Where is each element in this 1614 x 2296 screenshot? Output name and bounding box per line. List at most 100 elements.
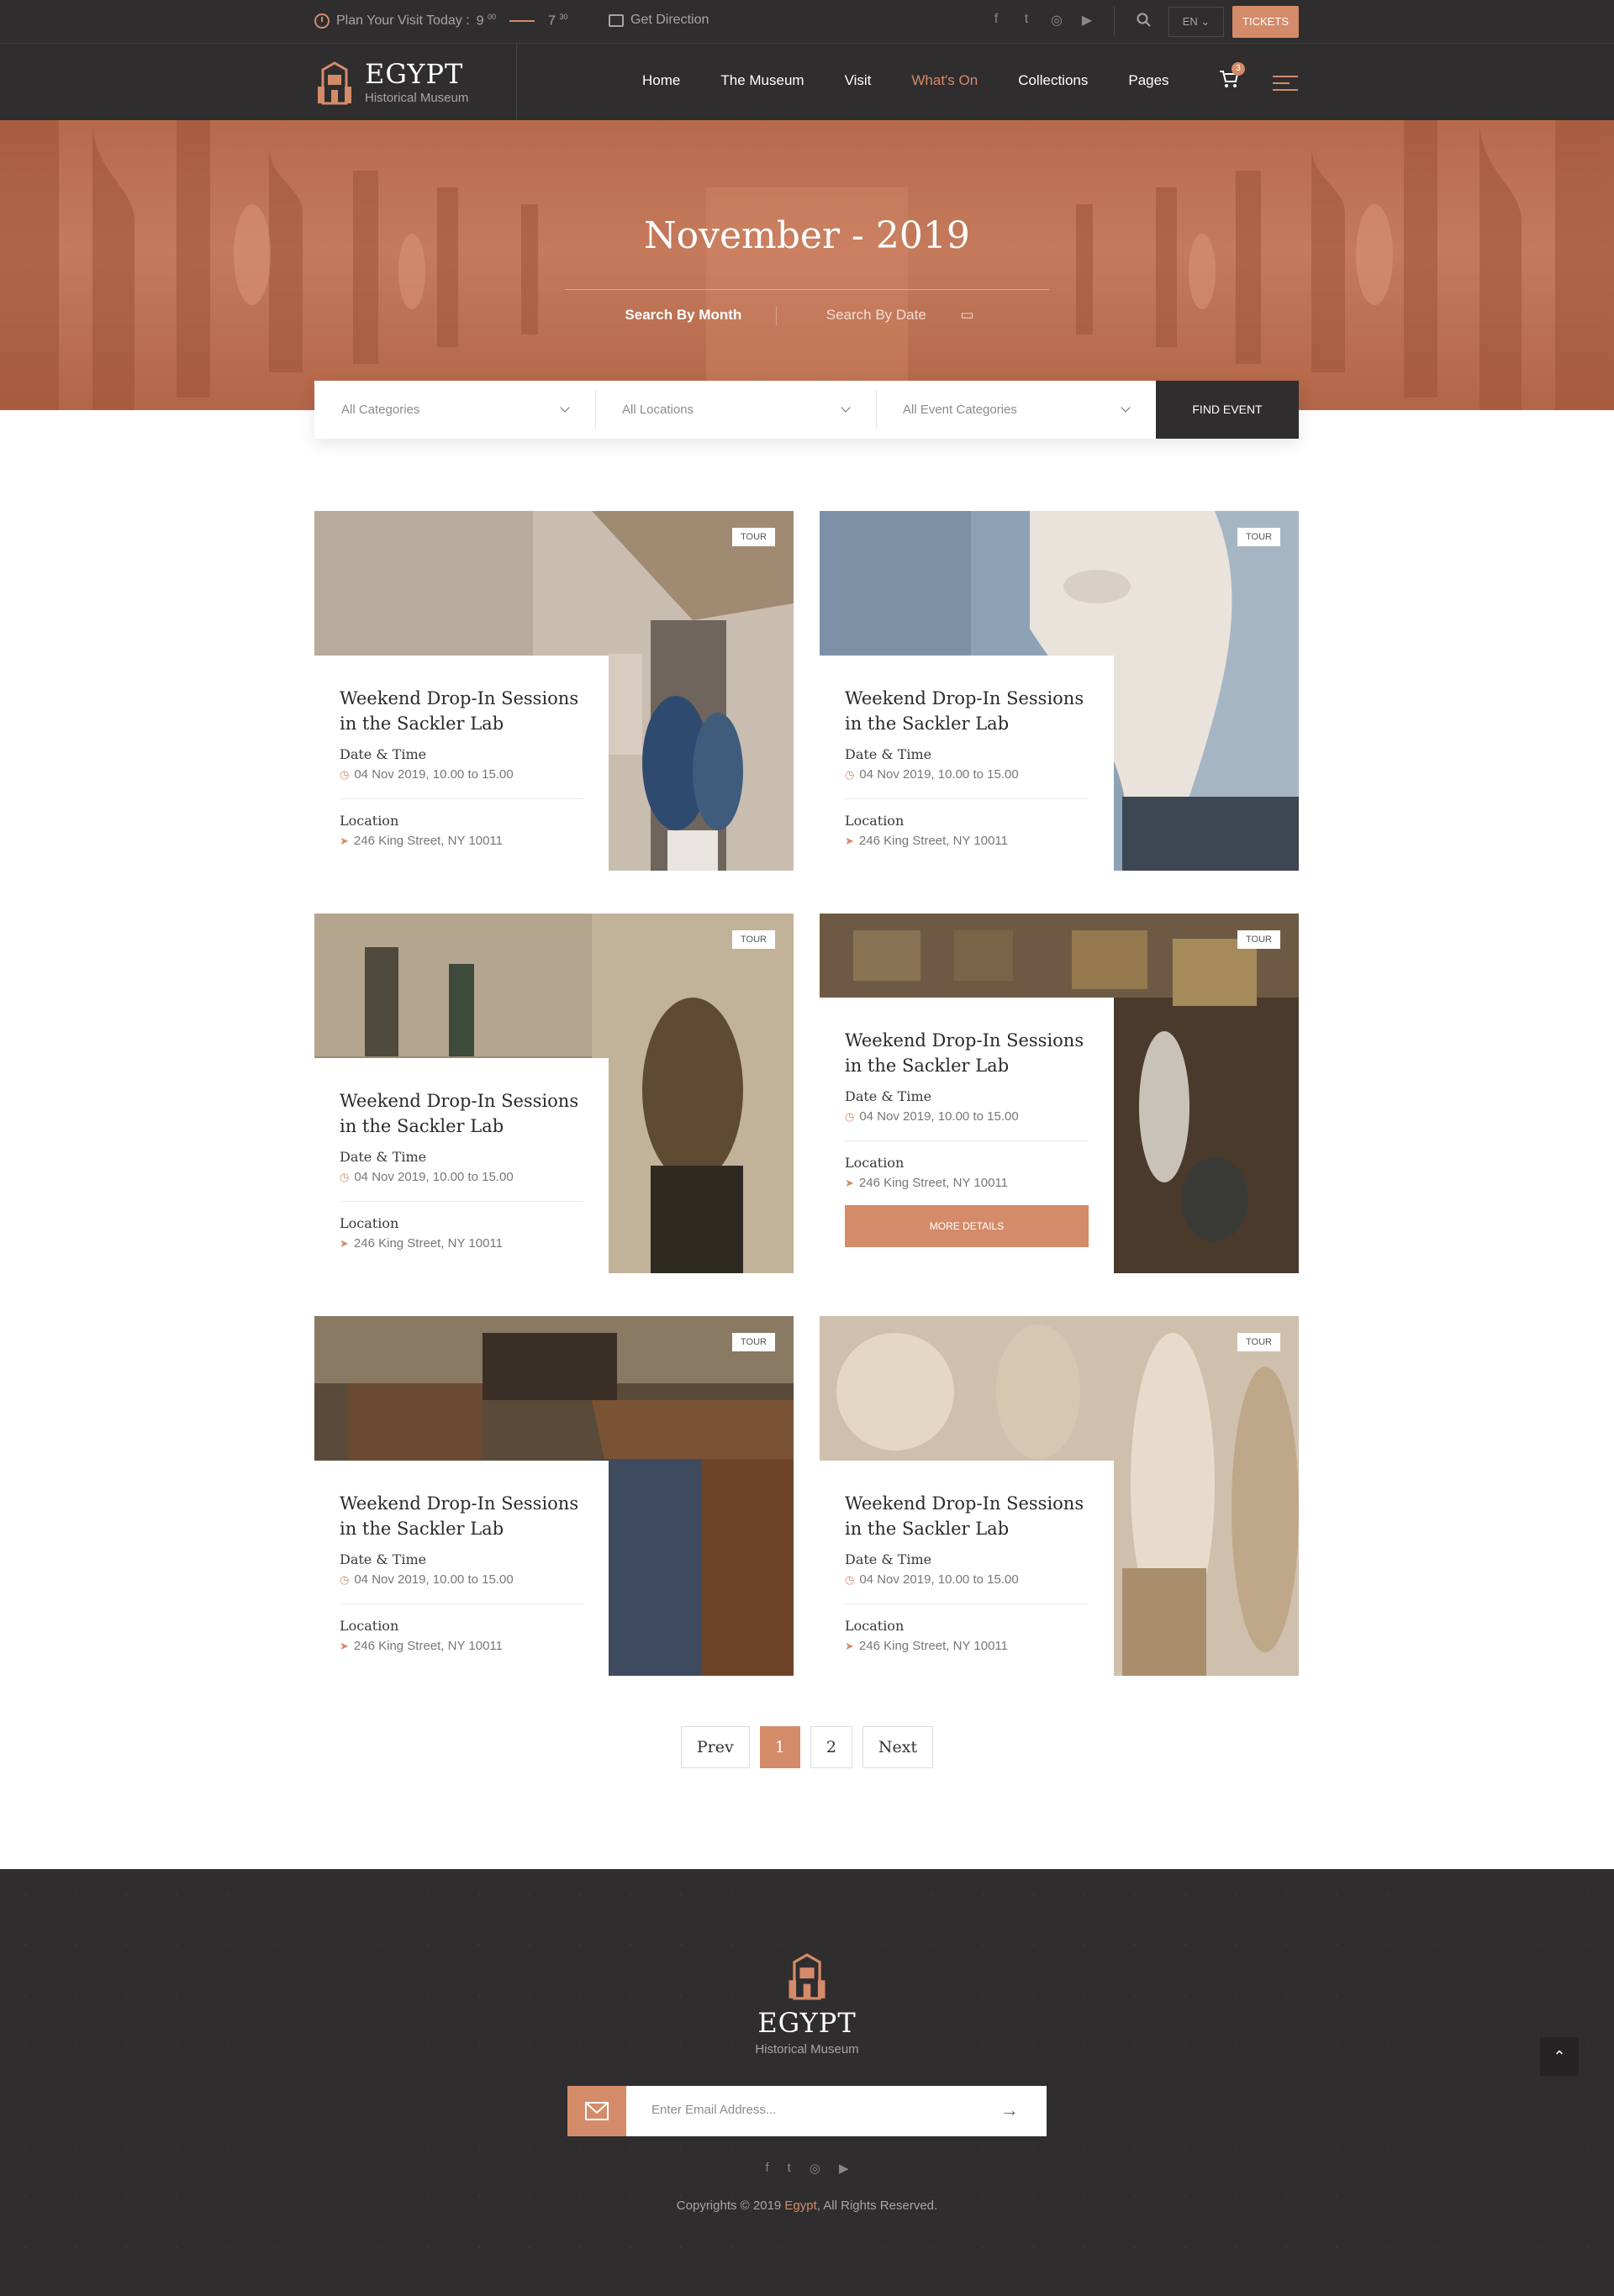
newsletter-form: Enter Email Address... → (567, 2086, 1047, 2136)
nav-item-pages[interactable]: Pages (1108, 72, 1189, 89)
direction-label: Get Direction (630, 13, 709, 27)
page-hero: November - 2019 Search By Month Search B… (0, 120, 1614, 410)
back-to-top-button[interactable]: ⌃ (1540, 2037, 1579, 2076)
nav-item-collections[interactable]: Collections (998, 72, 1108, 89)
event-title[interactable]: Weekend Drop-In Sessions in the Sackler … (340, 1491, 583, 1541)
copyright-brand-link[interactable]: Egypt (784, 2199, 816, 2213)
event-date: ◷ 04 Nov 2019, 10.00 to 15.00 (340, 767, 514, 782)
nav-item-visit[interactable]: Visit (825, 72, 892, 89)
event-title[interactable]: Weekend Drop-In Sessions in the Sackler … (845, 686, 1089, 736)
location-label: Location (845, 1618, 905, 1634)
event-info: Weekend Drop-In Sessions in the Sackler … (314, 1058, 609, 1273)
event-info: Weekend Drop-In Sessions in the Sackler … (820, 1461, 1114, 1676)
event-location: ➤ 246 King Street, NY 10011 (340, 1236, 503, 1251)
language-select[interactable]: EN ⌄ (1168, 7, 1224, 37)
event-location: ➤ 246 King Street, NY 10011 (340, 1639, 503, 1653)
plan-label: Plan Your Visit Today : (336, 13, 470, 28)
date-label: Date & Time (845, 1551, 932, 1567)
event-tag: TOUR (1237, 528, 1280, 546)
event-card[interactable]: TOUR Weekend Drop-In Sessions in the Sac… (820, 914, 1299, 1273)
hours-dash (509, 19, 535, 22)
tab-search-by-month[interactable]: Search By Month (625, 307, 741, 323)
event-title[interactable]: Weekend Drop-In Sessions in the Sackler … (340, 686, 583, 736)
temple-logo-icon (789, 1953, 825, 2000)
event-title[interactable]: Weekend Drop-In Sessions in the Sackler … (340, 1088, 583, 1139)
instagram-icon[interactable]: ◎ (810, 2161, 820, 2176)
clock-icon: ◷ (845, 1572, 855, 1586)
event-date: ◷ 04 Nov 2019, 10.00 to 15.00 (340, 1572, 514, 1587)
event-card[interactable]: TOUR Weekend Drop-In Sessions in the Sac… (314, 511, 794, 871)
museum-gallery-image (0, 120, 1614, 410)
clock-icon: ◷ (845, 1109, 855, 1123)
hero-divider (565, 289, 1049, 290)
page-1-button[interactable]: 1 (759, 1726, 800, 1768)
event-card[interactable]: TOUR Weekend Drop-In Sessions in the Sac… (820, 1316, 1299, 1676)
site-footer: EGYPT Historical Museum Enter Email Addr… (0, 1869, 1614, 2296)
page-2-button[interactable]: 2 (810, 1726, 852, 1768)
location-select[interactable]: All Locations (595, 381, 876, 439)
divider (340, 1201, 583, 1202)
clock-icon: ◷ (340, 767, 350, 781)
closing-time: 7 30 (548, 13, 568, 29)
date-label: Date & Time (845, 746, 932, 762)
brand-title: EGYPT (365, 58, 464, 90)
date-label: Date & Time (845, 1088, 932, 1104)
event-card[interactable]: TOUR Weekend Drop-In Sessions in the Sac… (820, 511, 1299, 871)
facebook-icon[interactable]: f (766, 2161, 769, 2176)
clock-icon: ◷ (340, 1170, 350, 1183)
menu-toggle-icon[interactable] (1273, 76, 1298, 96)
tickets-button[interactable]: TICKETS (1232, 6, 1299, 38)
date-label: Date & Time (340, 746, 427, 762)
event-info: Weekend Drop-In Sessions in the Sackler … (820, 998, 1114, 1273)
next-page-button[interactable]: Next (862, 1726, 934, 1768)
find-event-button[interactable]: FIND EVENT (1156, 381, 1299, 439)
event-location: ➤ 246 King Street, NY 10011 (845, 834, 1008, 848)
event-category-select[interactable]: All Event Categories (876, 381, 1156, 439)
submit-arrow-icon[interactable]: → (1000, 2099, 1019, 2121)
instagram-icon[interactable]: ◎ (1049, 12, 1064, 29)
top-bar: Plan Your Visit Today : 9 00 7 30 Get Di… (0, 0, 1614, 44)
twitter-icon[interactable]: t (788, 2161, 791, 2176)
category-select[interactable]: All Categories (314, 381, 595, 439)
event-tag: TOUR (1237, 930, 1280, 949)
event-card[interactable]: TOUR Weekend Drop-In Sessions in the Sac… (314, 914, 794, 1273)
location-label: Location (845, 813, 905, 829)
map-icon (609, 13, 624, 27)
event-location: ➤ 246 King Street, NY 10011 (845, 1176, 1008, 1190)
nav-divider (516, 44, 517, 120)
event-title[interactable]: Weekend Drop-In Sessions in the Sackler … (845, 1491, 1089, 1541)
event-tag: TOUR (1237, 1333, 1280, 1351)
temple-logo-icon (318, 61, 351, 104)
nav-menu: Home The Museum Visit What's On Collecti… (622, 72, 1189, 89)
calendar-icon: ▭ (960, 307, 974, 324)
event-location: ➤ 246 King Street, NY 10011 (845, 1639, 1008, 1653)
nav-item-whats-on[interactable]: What's On (891, 72, 998, 89)
event-title[interactable]: Weekend Drop-In Sessions in the Sackler … (845, 1028, 1089, 1078)
get-direction-link[interactable]: Get Direction (609, 13, 709, 28)
youtube-icon[interactable]: ▶ (1079, 12, 1094, 29)
event-date: ◷ 04 Nov 2019, 10.00 to 15.00 (845, 767, 1019, 782)
email-input[interactable]: Enter Email Address... (651, 2103, 776, 2117)
divider (845, 798, 1089, 799)
location-label: Location (340, 813, 399, 829)
event-tag: TOUR (732, 528, 775, 546)
brand-subtitle: Historical Museum (365, 91, 469, 105)
main-navigation: EGYPT Historical Museum Home The Museum … (0, 44, 1614, 120)
event-location: ➤ 246 King Street, NY 10011 (340, 834, 503, 848)
youtube-icon[interactable]: ▶ (839, 2161, 849, 2176)
site-logo[interactable]: EGYPT Historical Museum (314, 61, 468, 105)
prev-page-button[interactable]: Prev (680, 1726, 750, 1768)
twitter-icon[interactable]: t (1019, 12, 1034, 29)
tab-search-by-date[interactable]: Search By Date ▭ (811, 307, 989, 323)
search-icon[interactable] (1137, 13, 1151, 27)
event-filter-bar: All Categories All Locations All Event C… (314, 381, 1299, 439)
opening-time: 9 00 (476, 13, 497, 29)
event-card[interactable]: TOUR Weekend Drop-In Sessions in the Sac… (314, 1316, 794, 1676)
more-details-button[interactable]: MORE DETAILS (845, 1205, 1089, 1247)
location-arrow-icon: ➤ (845, 1639, 854, 1652)
nav-item-the-museum[interactable]: The Museum (700, 72, 824, 89)
location-label: Location (340, 1215, 399, 1231)
nav-item-home[interactable]: Home (622, 72, 700, 89)
clock-icon: ◷ (845, 767, 855, 781)
facebook-icon[interactable]: f (989, 12, 1004, 29)
